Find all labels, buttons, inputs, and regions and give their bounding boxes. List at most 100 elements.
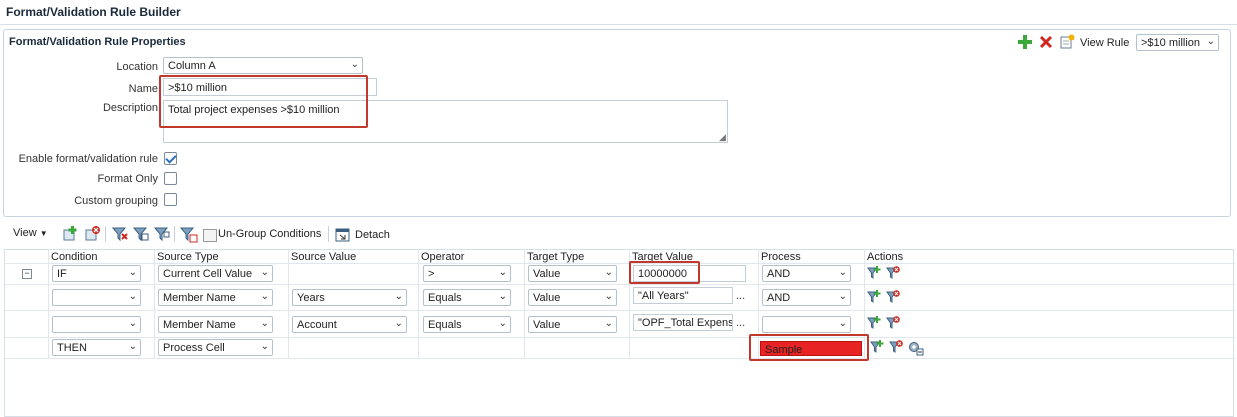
- format-only-checkbox[interactable]: [164, 172, 177, 185]
- detach-button[interactable]: Detach: [355, 229, 390, 241]
- filter-delete-icon[interactable]: [111, 226, 128, 242]
- member-selector-button[interactable]: ...: [736, 317, 745, 329]
- view-rule-select[interactable]: >$10 million ⌄: [1136, 34, 1219, 51]
- rule-properties-panel: Format/Validation Rule Properties Locati…: [3, 29, 1231, 217]
- add-filter-icon[interactable]: [867, 316, 881, 330]
- delete-icon[interactable]: [1039, 35, 1053, 49]
- add-filter-icon[interactable]: [870, 340, 884, 354]
- collapse-toggle-icon[interactable]: −: [22, 269, 32, 279]
- target-value-field[interactable]: "All Years": [633, 287, 733, 304]
- operator-select[interactable]: Equals ⌄: [423, 316, 511, 333]
- filter-ungroup-icon[interactable]: [153, 226, 170, 242]
- source-type-select[interactable]: Process Cell ⌄: [158, 339, 273, 356]
- column-divider: [288, 250, 289, 358]
- target-type-value: Value: [533, 292, 561, 304]
- member-selector-button[interactable]: ...: [736, 290, 745, 302]
- edit-rule-icon[interactable]: [1060, 34, 1075, 49]
- target-type-value: Value: [533, 268, 561, 280]
- enable-checkbox[interactable]: [164, 152, 177, 165]
- toolbar-separator: [174, 226, 175, 242]
- remove-filter-icon[interactable]: [886, 290, 900, 304]
- chevron-down-icon: ⌄: [394, 291, 403, 302]
- chevron-down-icon: ⌄: [604, 291, 613, 302]
- target-type-select[interactable]: Value ⌄: [528, 265, 617, 282]
- name-label: Name: [128, 83, 158, 95]
- resize-grip-icon[interactable]: ◢: [719, 132, 726, 143]
- operator-value: >: [428, 268, 435, 280]
- remove-filter-icon[interactable]: [886, 266, 900, 280]
- source-value-select[interactable]: Account ⌄: [292, 316, 407, 333]
- process-select[interactable]: ⌄: [762, 316, 851, 333]
- remove-filter-icon[interactable]: [889, 340, 903, 354]
- view-menu[interactable]: View ▼: [13, 227, 48, 239]
- process-select[interactable]: AND ⌄: [762, 265, 851, 282]
- source-type-value: Member Name: [163, 319, 236, 331]
- custom-grouping-checkbox[interactable]: [164, 193, 177, 206]
- description-label: Description: [102, 102, 158, 114]
- caret-down-icon: ▼: [39, 229, 48, 238]
- chevron-down-icon: ⌄: [260, 341, 269, 352]
- highlight-box: [159, 75, 368, 128]
- condition-select[interactable]: IF ⌄: [52, 265, 141, 282]
- chevron-down-icon: ⌄: [604, 267, 613, 278]
- panel-title: Format/Validation Rule Properties: [9, 36, 186, 48]
- column-divider: [154, 250, 155, 358]
- condition-value: IF: [57, 268, 67, 280]
- chevron-down-icon: ⌄: [498, 291, 507, 302]
- column-divider: [418, 250, 419, 358]
- filter-settings-icon[interactable]: [179, 226, 198, 243]
- format-settings-icon[interactable]: [908, 340, 924, 356]
- process-value: AND: [767, 268, 791, 280]
- source-value-select[interactable]: Years ⌄: [292, 289, 407, 306]
- chevron-down-icon: ⌄: [260, 318, 269, 329]
- page-title: Format/Validation Rule Builder: [6, 5, 181, 19]
- highlight-box: [749, 334, 869, 361]
- source-type-value: Member Name: [163, 292, 236, 304]
- custom-grouping-label: Custom grouping: [74, 195, 158, 207]
- target-type-select[interactable]: Value ⌄: [528, 289, 617, 306]
- conditions-toolbar: View ▼ Un-Group Conditions Detach: [4, 224, 1234, 246]
- ungroup-conditions-button[interactable]: Un-Group Conditions: [218, 228, 321, 240]
- remove-filter-icon[interactable]: [886, 316, 900, 330]
- source-type-select[interactable]: Member Name ⌄: [158, 316, 273, 333]
- condition-select[interactable]: THEN ⌄: [52, 339, 141, 356]
- process-select[interactable]: AND ⌄: [762, 289, 851, 306]
- target-type-select[interactable]: Value ⌄: [528, 316, 617, 333]
- broken-image-icon: [203, 229, 217, 242]
- row-divider: [5, 310, 1235, 311]
- add-condition-icon[interactable]: [62, 226, 78, 242]
- location-value: Column A: [168, 60, 216, 72]
- column-divider: [524, 250, 525, 358]
- view-rule-value: >$10 million: [1141, 37, 1201, 49]
- source-type-select[interactable]: Member Name ⌄: [158, 289, 273, 306]
- location-select[interactable]: Column A ⌄: [163, 57, 363, 74]
- chevron-down-icon: ⌄: [394, 318, 403, 329]
- chevron-down-icon: ⌄: [260, 267, 269, 278]
- target-value-field[interactable]: "OPF_Total Expense: [633, 314, 733, 331]
- condition-select[interactable]: ⌄: [52, 316, 141, 333]
- chevron-down-icon: ⌄: [838, 267, 847, 278]
- operator-select[interactable]: Equals ⌄: [423, 289, 511, 306]
- add-icon[interactable]: [1018, 35, 1032, 49]
- condition-value: THEN: [57, 342, 87, 354]
- chevron-down-icon: ⌄: [604, 318, 613, 329]
- detach-icon[interactable]: [335, 227, 351, 243]
- condition-select[interactable]: ⌄: [52, 289, 141, 306]
- chevron-down-icon: ⌄: [498, 318, 507, 329]
- chevron-down-icon: ⌄: [498, 267, 507, 278]
- chevron-down-icon: ⌄: [1206, 36, 1215, 47]
- operator-value: Equals: [428, 292, 462, 304]
- operator-select[interactable]: > ⌄: [423, 265, 511, 282]
- view-menu-label: View: [13, 227, 37, 239]
- operator-value: Equals: [428, 319, 462, 331]
- delete-condition-icon[interactable]: [84, 226, 100, 242]
- enable-label: Enable format/validation rule: [18, 153, 158, 165]
- add-filter-icon[interactable]: [867, 266, 881, 280]
- filter-group-icon[interactable]: [132, 226, 149, 242]
- source-type-select[interactable]: Current Cell Value ⌄: [158, 265, 273, 282]
- row-divider: [5, 263, 1235, 264]
- chevron-down-icon: ⌄: [350, 59, 359, 70]
- add-filter-icon[interactable]: [867, 290, 881, 304]
- process-value: AND: [767, 292, 791, 304]
- source-value-value: Account: [297, 319, 337, 331]
